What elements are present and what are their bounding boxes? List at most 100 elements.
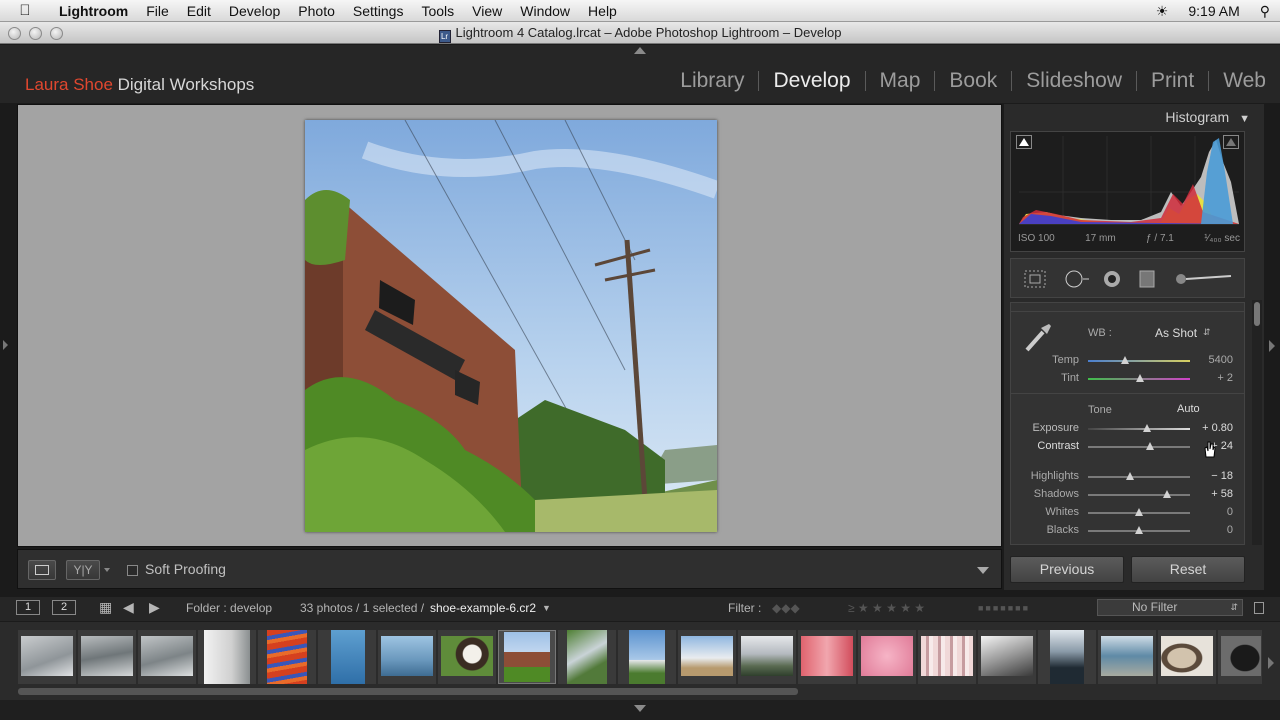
filmstrip-thumbnail[interactable] (258, 630, 316, 684)
white-balance-eyedropper-icon[interactable] (1021, 320, 1055, 354)
menu-window[interactable]: Window (511, 3, 579, 19)
close-window-button[interactable] (8, 27, 21, 40)
blacks-slider-thumb[interactable] (1135, 526, 1143, 534)
module-web[interactable]: Web (1209, 69, 1280, 93)
photo-preview-area[interactable] (17, 104, 1002, 547)
filmstrip-thumbnail[interactable] (1218, 630, 1262, 684)
temp-slider-thumb[interactable] (1120, 356, 1129, 364)
menu-edit[interactable]: Edit (178, 3, 220, 19)
main-window-button[interactable]: 1 (16, 600, 40, 615)
previous-button[interactable]: Previous (1010, 556, 1124, 583)
wb-preset-dropdown[interactable]: As Shot (1155, 326, 1197, 340)
toolbar-content-dropdown-icon[interactable] (977, 567, 989, 574)
before-after-dropdown-icon[interactable] (104, 568, 110, 572)
selected-filename[interactable]: shoe-example-6.cr2 (430, 601, 536, 615)
apple-icon[interactable]:  (0, 2, 50, 19)
zoom-window-button[interactable] (50, 27, 63, 40)
module-map[interactable]: Map (866, 69, 935, 93)
color-label-filter-icons[interactable]: ■■■■■■■ (978, 603, 1030, 613)
filmstrip-thumbnail[interactable] (618, 630, 676, 684)
filmstrip-thumbnail[interactable] (1038, 630, 1096, 684)
filmstrip-thumbnail[interactable] (558, 630, 616, 684)
before-after-view-button[interactable]: Y|Y (66, 560, 100, 580)
star-rating-filter-icons[interactable]: ≥ ★ ★ ★ ★ ★ (848, 601, 925, 615)
whites-value[interactable]: 0 (1191, 506, 1233, 518)
collapse-filmstrip-icon[interactable] (634, 705, 646, 712)
exposure-slider-thumb[interactable] (1143, 424, 1152, 432)
filter-lock-icon[interactable] (1254, 602, 1264, 614)
module-develop[interactable]: Develop (759, 69, 864, 93)
collapse-triangle-icon[interactable]: ▼ (1239, 113, 1250, 125)
highlights-value[interactable]: − 18 (1191, 470, 1233, 482)
shadow-clipping-indicator-icon[interactable] (1016, 135, 1032, 149)
filmstrip-thumbnail[interactable] (918, 630, 976, 684)
collapse-right-panel-icon[interactable] (1269, 340, 1275, 352)
filmstrip-thumbnail-selected[interactable] (498, 630, 556, 684)
module-print[interactable]: Print (1137, 69, 1208, 93)
adjustment-brush-icon[interactable] (1173, 269, 1235, 289)
temp-value[interactable]: 5400 (1191, 354, 1233, 366)
filter-preset-dropdown[interactable]: No Filter ⇵ (1097, 599, 1243, 616)
filmstrip-thumbnail[interactable] (198, 630, 256, 684)
filmstrip-thumbnail[interactable] (78, 630, 136, 684)
highlight-clipping-indicator-icon[interactable] (1223, 135, 1239, 149)
shadows-slider-thumb[interactable] (1162, 490, 1171, 498)
filmstrip-thumbnail[interactable] (1098, 630, 1156, 684)
graduated-filter-icon[interactable] (1137, 269, 1157, 289)
flag-filter-icons[interactable]: ◆◆◆ (772, 601, 800, 615)
menu-file[interactable]: File (137, 3, 178, 19)
collapse-top-panel-icon[interactable] (634, 47, 646, 54)
photo-preview-image[interactable] (305, 120, 717, 532)
minimize-window-button[interactable] (29, 27, 42, 40)
highlights-slider-thumb[interactable] (1125, 472, 1134, 480)
shadows-value[interactable]: + 58 (1191, 488, 1233, 500)
tint-slider-thumb[interactable] (1136, 374, 1145, 382)
menu-tools[interactable]: Tools (412, 3, 463, 19)
forward-arrow-icon[interactable]: ▶ (149, 599, 160, 616)
tint-value[interactable]: + 2 (1191, 372, 1233, 384)
clock[interactable]: 9:19 AM (1178, 3, 1249, 19)
shadows-slider-track[interactable] (1088, 494, 1190, 496)
filmstrip-thumbnail[interactable] (738, 630, 796, 684)
brightness-icon[interactable]: ☀ (1146, 3, 1179, 20)
whites-slider-thumb[interactable] (1135, 508, 1143, 516)
filmstrip-thumbnail[interactable] (318, 630, 376, 684)
module-book[interactable]: Book (935, 69, 1011, 93)
crop-overlay-icon[interactable] (1023, 269, 1047, 289)
menu-develop[interactable]: Develop (220, 3, 289, 19)
filmstrip-thumbnail[interactable] (138, 630, 196, 684)
menu-photo[interactable]: Photo (289, 3, 344, 19)
exposure-value[interactable]: + 0.80 (1191, 422, 1233, 434)
highlights-slider-track[interactable] (1088, 476, 1190, 478)
grid-view-icon[interactable]: ▦ (99, 599, 112, 616)
loupe-view-button[interactable] (28, 560, 56, 580)
filmstrip-thumbnail[interactable] (18, 630, 76, 684)
filmstrip-thumbnail[interactable] (678, 630, 736, 684)
auto-tone-button[interactable]: Auto (1177, 403, 1200, 415)
back-arrow-icon[interactable]: ◀ (123, 599, 134, 616)
contrast-slider-track[interactable] (1088, 446, 1190, 448)
blacks-value[interactable]: 0 (1191, 524, 1233, 536)
filmstrip-thumbnail[interactable] (978, 630, 1036, 684)
filmstrip-thumbnail[interactable] (1158, 630, 1216, 684)
scrollbar-thumb[interactable] (1254, 302, 1260, 326)
filmstrip-scrollbar[interactable] (18, 688, 798, 695)
spot-removal-icon[interactable] (1063, 269, 1091, 289)
spotlight-search-icon[interactable]: ⚲ (1250, 3, 1280, 20)
red-eye-correction-icon[interactable] (1101, 269, 1123, 289)
module-slideshow[interactable]: Slideshow (1012, 69, 1136, 93)
menu-settings[interactable]: Settings (344, 3, 413, 19)
menu-help[interactable]: Help (579, 3, 626, 19)
menu-view[interactable]: View (463, 3, 511, 19)
filmstrip-thumbnail[interactable] (798, 630, 856, 684)
source-folder-label[interactable]: Folder : develop (186, 601, 272, 615)
filmstrip-thumbnail[interactable] (438, 630, 496, 684)
exposure-slider-track[interactable] (1088, 428, 1190, 430)
temp-slider-track[interactable] (1088, 360, 1190, 362)
soft-proofing-checkbox[interactable] (127, 565, 138, 576)
filmstrip-thumbnail[interactable] (378, 630, 436, 684)
contrast-slider-thumb[interactable] (1146, 442, 1155, 450)
filename-dropdown-icon[interactable]: ▼ (542, 603, 551, 613)
menu-app-name[interactable]: Lightroom (50, 3, 137, 19)
module-library[interactable]: Library (666, 69, 758, 93)
